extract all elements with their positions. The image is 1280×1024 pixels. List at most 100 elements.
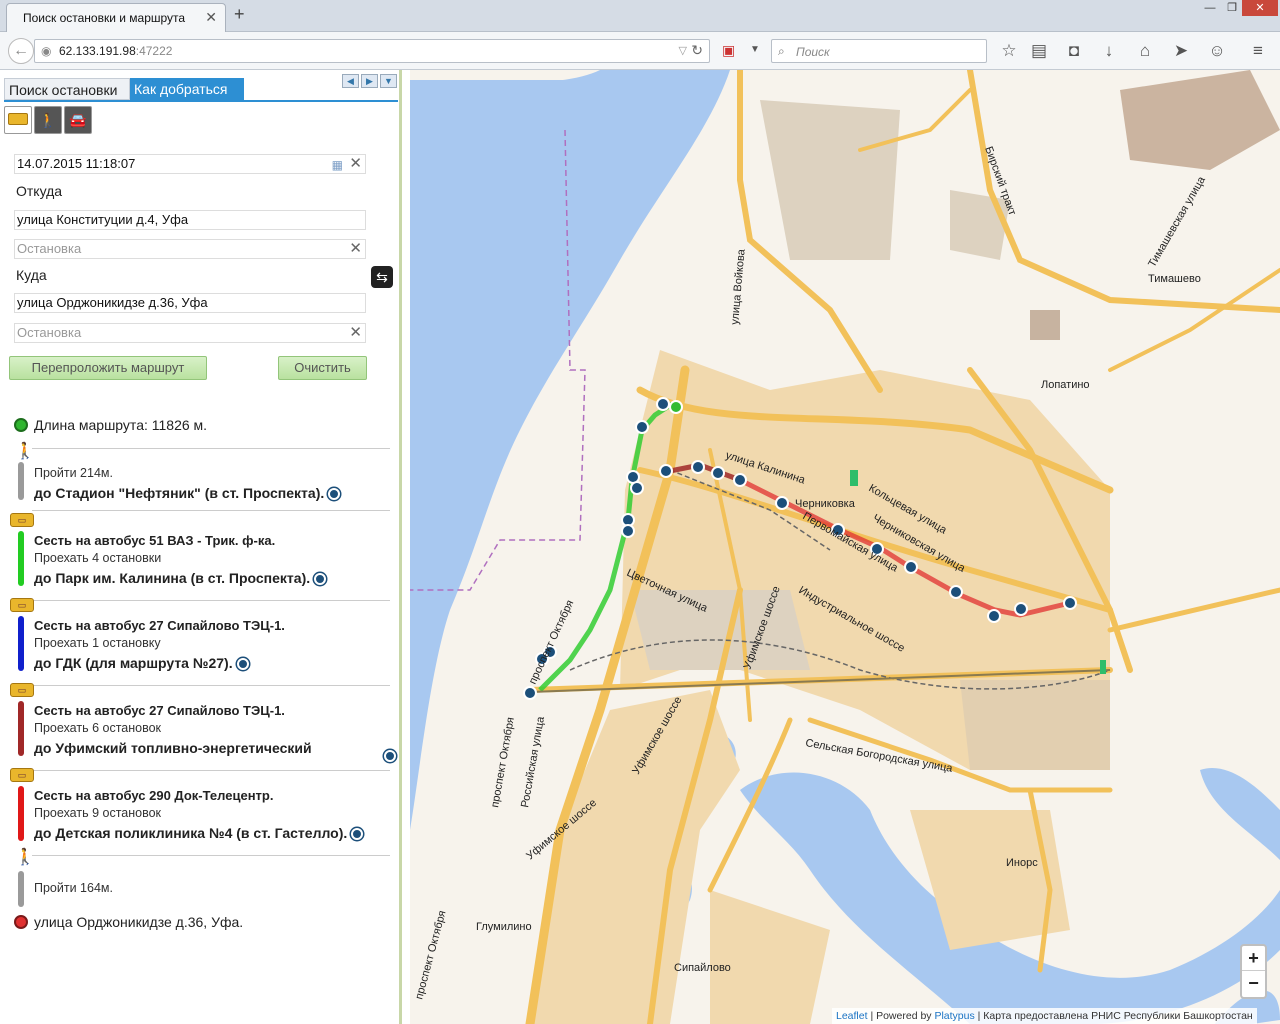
leg-3-line3: до ГДК (для маршрута №27). [34, 655, 249, 671]
divider [32, 448, 390, 449]
platypus-link[interactable]: Platypus [934, 1010, 974, 1022]
from-label: Откуда [16, 183, 63, 199]
chat-icon[interactable]: ☺ [1206, 41, 1228, 61]
route-panel: Поиск остановки Как добраться ◀ ▶ ▼ 🚶 🚘 14… [0, 70, 402, 1024]
calendar-icon[interactable]: ▦ [332, 156, 343, 174]
clear-datetime-icon[interactable]: ✕ [349, 155, 362, 173]
datetime-field[interactable]: 14.07.2015 11:18:07 ▦ ✕ [14, 154, 366, 174]
leg-bar-walk [18, 462, 24, 500]
to-stop-field[interactable]: Остановка ✕ [14, 323, 366, 343]
tab-how-to-get[interactable]: Как добраться [130, 78, 244, 100]
url-dropdown-icon[interactable]: ▽ [679, 44, 687, 57]
leg-2-line3: до Парк им. Калинина (в ст. Проспекта). [34, 570, 327, 586]
start-marker-icon [14, 418, 28, 432]
swap-direction-icon[interactable]: ⇆ [371, 266, 393, 288]
datetime-value: 14.07.2015 11:18:07 [17, 156, 136, 171]
bus-icon: ▭ [10, 683, 34, 697]
divider [32, 855, 390, 856]
divider [32, 510, 390, 511]
walk-mode-icon[interactable]: 🚶 [34, 106, 62, 134]
to-label: Куда [16, 267, 47, 283]
window-maximize-button[interactable]: ❐ [1220, 0, 1244, 16]
destination-address: улица Орджоникидзе д.36, Уфа. [34, 914, 244, 930]
stop-marker-icon[interactable] [328, 488, 341, 501]
map-canvas[interactable]: улица Калинина Черниковка Первомайская у… [410, 70, 1280, 1024]
leg-5-line2: Проехать 9 остановок [34, 806, 162, 820]
search-placeholder: Поиск [796, 45, 830, 59]
scroll-left-icon[interactable]: ◀ [342, 74, 359, 88]
bookmark-star-icon[interactable]: ☆ [998, 41, 1020, 61]
browser-search-box[interactable]: ⌕ Поиск [771, 39, 987, 63]
home-icon[interactable]: ⌂ [1134, 41, 1156, 61]
browser-tabbar: Поиск остановки и маршрута ✕ + — ❐ ✕ [0, 0, 1280, 32]
leaflet-link[interactable]: Leaflet [836, 1010, 868, 1022]
addon-block-icon[interactable]: ▣ [722, 42, 735, 59]
label-inors: Инорс [1006, 857, 1038, 869]
stop-marker-icon[interactable] [314, 573, 327, 586]
bus-icon: ▭ [10, 598, 34, 612]
download-icon[interactable]: ↓ [1098, 41, 1120, 61]
leg-4-line1: Сесть на автобус 27 Сипайлово ТЭЦ-1. [34, 703, 285, 718]
from-stop-placeholder: Остановка [17, 241, 82, 256]
url-text: 62.133.191.98:47222 [59, 44, 172, 58]
leg-5-destination[interactable]: до Детская поликлиника №4 (в ст. Гастелл… [34, 825, 347, 841]
leg-4-line2: Проехать 6 остановок [34, 721, 162, 735]
scroll-right-icon[interactable]: ▶ [361, 74, 378, 88]
window-minimize-button[interactable]: — [1198, 0, 1222, 16]
clear-button[interactable]: Очистить [278, 356, 367, 380]
clear-from-stop-icon[interactable]: ✕ [349, 240, 362, 258]
tab-close-icon[interactable]: ✕ [205, 9, 217, 26]
from-address-value: улица Конституции д.4, Уфа [17, 212, 189, 227]
stop-marker-icon[interactable] [236, 658, 249, 671]
to-address-value: улица Орджоникидзе д.36, Уфа [17, 295, 208, 310]
leg-3-destination[interactable]: до ГДК (для маршрута №27). [34, 655, 233, 671]
address-bar[interactable]: ◉ 62.133.191.98:47222 ▽ ↻ [34, 39, 710, 63]
route-length: Длина маршрута: 11826 м. [34, 417, 208, 433]
back-arrow-icon[interactable]: ← [8, 38, 34, 64]
park-marker [1100, 660, 1106, 674]
leg-4-line3[interactable]: до Уфимский топливно-энергетический [34, 740, 312, 756]
leg-2-destination[interactable]: до Парк им. Калинина (в ст. Проспекта). [34, 570, 310, 586]
window-close-button[interactable]: ✕ [1242, 0, 1278, 16]
leg-bar-bus-290 [18, 786, 24, 841]
to-address-field[interactable]: улица Орджоникидзе д.36, Уфа [14, 293, 366, 313]
new-tab-button[interactable]: + [234, 4, 245, 25]
map-view[interactable]: улица Калинина Черниковка Первомайская у… [410, 70, 1280, 1024]
stop-marker-icon[interactable] [384, 750, 396, 762]
label-glumilino: Глумилино [476, 921, 532, 933]
clear-to-stop-icon[interactable]: ✕ [349, 324, 362, 342]
car-mode-icon[interactable]: 🚘 [64, 106, 92, 134]
leg-5-line1: Сесть на автобус 290 Док-Телецентр. [34, 788, 274, 803]
divider [32, 685, 390, 686]
zoom-out-button[interactable]: − [1242, 971, 1265, 996]
stop-marker-icon[interactable] [351, 828, 364, 841]
divider [32, 600, 390, 601]
menu-icon[interactable]: ≡ [1247, 41, 1269, 61]
leg-1-destination[interactable]: до Стадион "Нефтяник" (в ст. Проспекта). [34, 485, 324, 501]
reading-list-icon[interactable]: ▤ [1028, 41, 1050, 61]
from-address-field[interactable]: улица Конституции д.4, Уфа [14, 210, 366, 230]
map-attribution: Leaflet | Powered by Platypus | Карта пр… [832, 1008, 1257, 1024]
panel-scroll-arrows: ◀ ▶ ▼ [342, 72, 399, 88]
addon-dropdown-icon[interactable]: ▼ [750, 44, 760, 55]
label-timashevo: Тимашево [1148, 273, 1201, 285]
from-stop-field[interactable]: Остановка ✕ [14, 239, 366, 259]
zoom-in-button[interactable]: + [1242, 946, 1265, 971]
leg-2-line2: Проехать 4 остановки [34, 551, 162, 565]
end-marker-icon [14, 915, 28, 929]
walk-icon: 🚶 [15, 849, 35, 866]
industrial-central [630, 590, 810, 670]
bus-icon: ▭ [10, 513, 34, 527]
park-marker [850, 470, 858, 486]
pocket-icon[interactable]: ◘ [1063, 41, 1085, 61]
send-icon[interactable]: ➤ [1170, 41, 1192, 61]
reroute-button[interactable]: Перепроложить маршрут [9, 356, 207, 380]
reload-icon[interactable]: ↻ [691, 42, 703, 59]
leg-3-line2: Проехать 1 остановку [34, 636, 161, 650]
browser-tab[interactable]: Поиск остановки и маршрута ✕ [6, 3, 226, 32]
tab-stop-search[interactable]: Поиск остановки [4, 78, 130, 100]
bus-mode-icon[interactable] [4, 106, 32, 134]
leg-2-line1: Сесть на автобус 51 ВАЗ - Трик. ф-ка. [34, 533, 276, 548]
leg-bar-bus-27 [18, 616, 24, 671]
panel-menu-icon[interactable]: ▼ [380, 74, 397, 88]
